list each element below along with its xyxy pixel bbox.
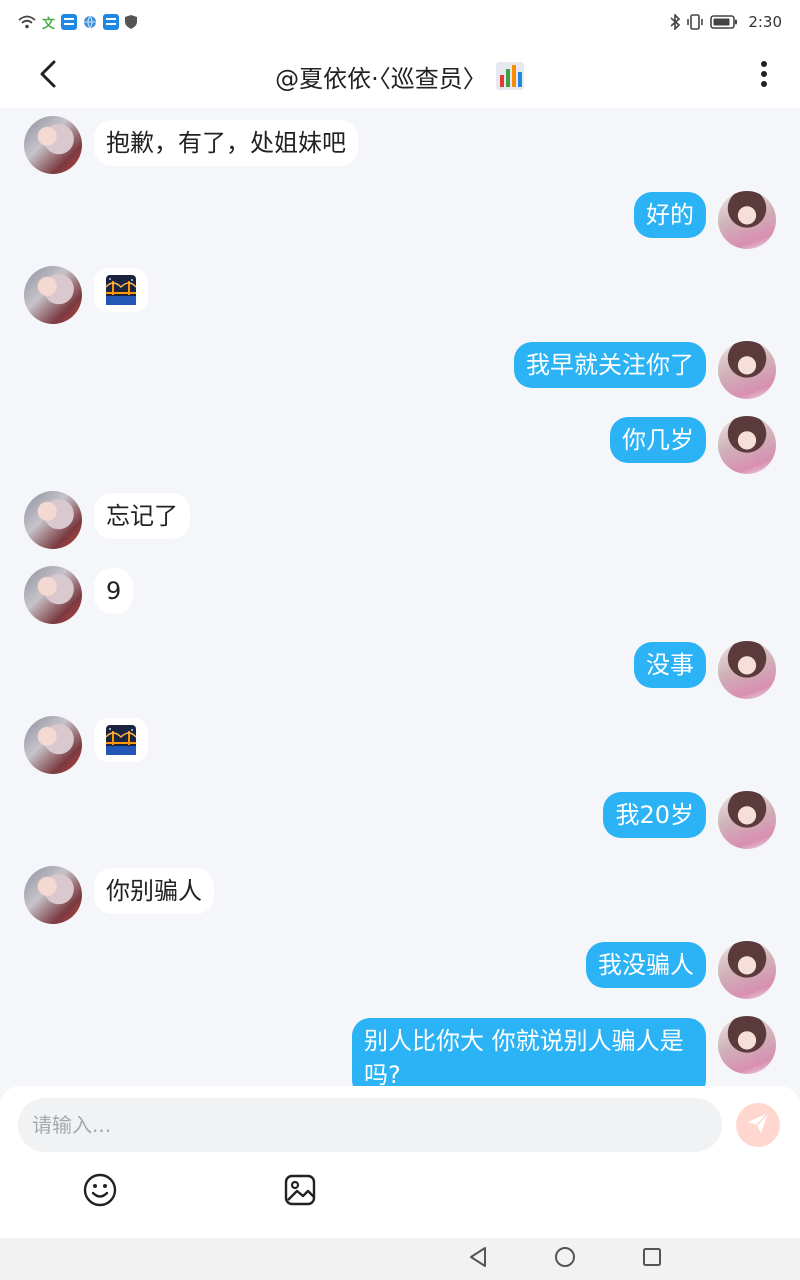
message-bubble[interactable]: 忘记了	[94, 493, 190, 539]
shield-icon	[125, 15, 138, 29]
more-options-button[interactable]	[746, 58, 782, 94]
input-panel	[0, 1086, 800, 1238]
status-left: 文	[18, 13, 138, 32]
back-button[interactable]	[30, 58, 66, 94]
message-bubble[interactable]: 别人比你大 你就说别人骗人是吗?	[352, 1018, 706, 1088]
recents-square-icon	[642, 1247, 662, 1271]
message-bubble[interactable]: 我早就关注你了	[514, 342, 706, 388]
smiley-icon	[83, 1173, 117, 1211]
contact-avatar[interactable]	[24, 566, 82, 624]
contact-avatar[interactable]	[24, 116, 82, 174]
message-bubble[interactable]: 你别骗人	[94, 868, 214, 914]
emoji-button[interactable]	[82, 1173, 118, 1211]
bar-chart-emoji-icon	[495, 61, 525, 91]
send-button[interactable]	[736, 1103, 780, 1147]
self-avatar[interactable]	[718, 941, 776, 999]
chevron-left-icon	[38, 60, 58, 92]
sticker-message[interactable]	[94, 268, 148, 312]
wen-app-icon: 文	[42, 16, 56, 32]
sticker-message[interactable]	[94, 718, 148, 762]
self-avatar[interactable]	[718, 641, 776, 699]
app-icon	[103, 14, 120, 30]
status-bar: 文 2:30	[0, 0, 800, 44]
bluetooth-icon	[670, 14, 681, 30]
page-title: @夏依依·〈巡查员〉	[275, 64, 487, 93]
status-time: 2:30	[748, 13, 782, 31]
message-bubble[interactable]: 我20岁	[603, 792, 706, 838]
chat-title: @夏依依·〈巡查员〉	[275, 59, 525, 94]
nav-recents-button[interactable]	[640, 1247, 664, 1271]
nav-back-button[interactable]	[466, 1247, 490, 1271]
contact-avatar[interactable]	[24, 266, 82, 324]
message-input[interactable]	[18, 1098, 722, 1152]
image-icon	[283, 1173, 317, 1211]
self-avatar[interactable]	[718, 416, 776, 474]
self-avatar[interactable]	[718, 341, 776, 399]
message-bubble[interactable]: 没事	[634, 642, 706, 688]
contact-avatar[interactable]	[24, 716, 82, 774]
home-circle-icon	[554, 1246, 576, 1272]
back-triangle-icon	[468, 1246, 488, 1272]
app-icon	[61, 14, 78, 30]
bridge-at-night-emoji-icon	[106, 725, 136, 755]
battery-icon	[710, 15, 738, 29]
status-right: 2:30	[670, 13, 782, 31]
message-bubble[interactable]: 好的	[634, 192, 706, 238]
image-button[interactable]	[282, 1174, 318, 1210]
contact-avatar[interactable]	[24, 491, 82, 549]
wifi-icon	[18, 15, 36, 29]
self-avatar[interactable]	[718, 791, 776, 849]
globe-icon	[83, 15, 97, 29]
message-bubble[interactable]: 抱歉，有了，处姐妹吧	[94, 120, 358, 166]
send-icon	[746, 1111, 770, 1139]
message-bubble[interactable]: 我没骗人	[586, 942, 706, 988]
message-bubble[interactable]: 9	[94, 568, 134, 614]
bridge-at-night-emoji-icon	[106, 275, 136, 305]
chat-message-list[interactable]: 抱歉，有了，处姐妹吧 好的 我早就关注你了 你几岁 忘记了 9 没事 我20岁 …	[0, 108, 800, 1088]
message-bubble[interactable]: 你几岁	[610, 417, 706, 463]
more-vertical-icon	[760, 60, 768, 92]
chat-header: @夏依依·〈巡查员〉	[0, 44, 800, 108]
system-nav-bar	[0, 1238, 800, 1280]
self-avatar[interactable]	[718, 191, 776, 249]
contact-avatar[interactable]	[24, 866, 82, 924]
vibrate-icon	[686, 14, 704, 30]
nav-home-button[interactable]	[553, 1247, 577, 1271]
self-avatar[interactable]	[718, 1016, 776, 1074]
